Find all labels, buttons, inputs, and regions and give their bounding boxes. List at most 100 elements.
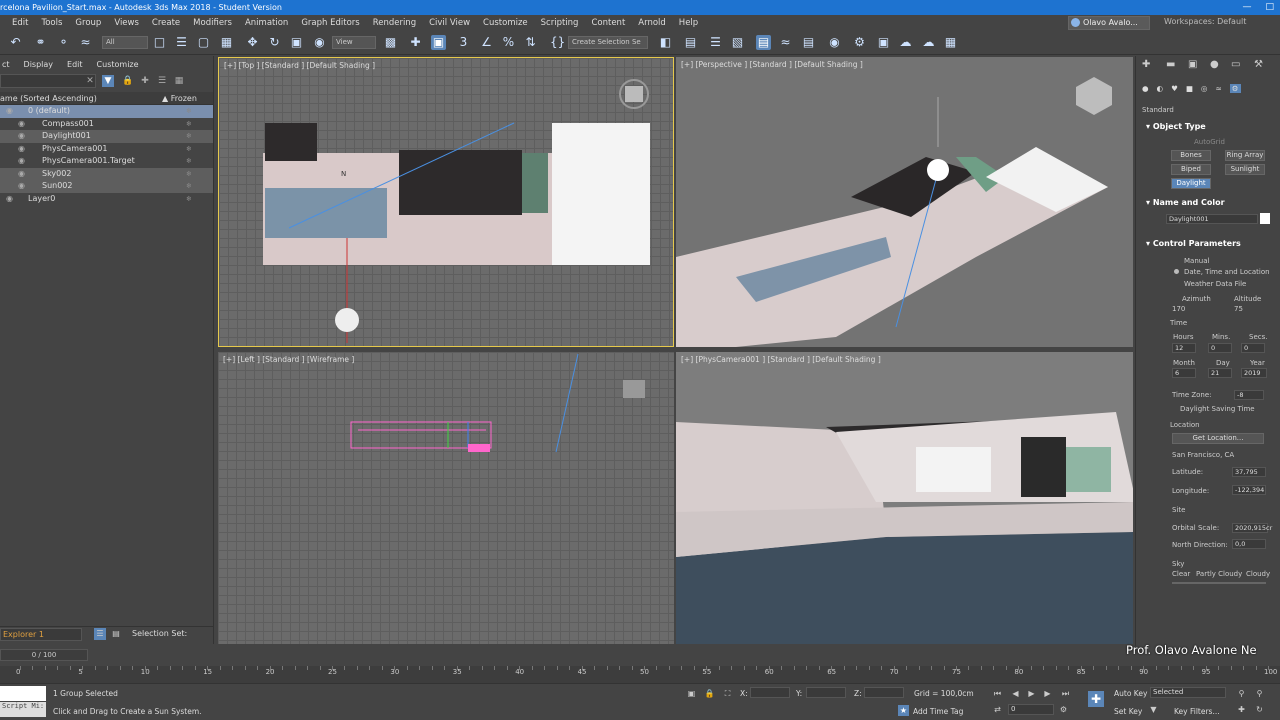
track-bar[interactable]: 0 5 10 15 20 25 30 35 40 45 50 55 60 65 70 75 80 85 90 95 10… (0, 666, 1280, 684)
z-coordinate-field[interactable] (864, 687, 904, 698)
layer-stack-icon[interactable]: ☰ (156, 75, 168, 87)
modify-tab-icon[interactable]: ▬ (1166, 59, 1175, 70)
scene-explorer-row[interactable]: ◉ Layer0 ❄ (0, 193, 213, 206)
manual-radio[interactable]: Manual (1184, 257, 1209, 265)
bind-space-warp-icon[interactable]: ≈ (78, 35, 93, 50)
manipulate-icon[interactable]: ✚ (408, 35, 423, 50)
ring-array-button[interactable]: Ring Array (1225, 150, 1265, 161)
select-by-name-icon[interactable]: ☰ (174, 35, 189, 50)
hierarchy-tab-icon[interactable]: ▣ (1188, 59, 1197, 70)
workspaces-selector[interactable]: Workspaces: Default (1164, 17, 1246, 26)
menu-modifiers[interactable]: Modifiers (193, 18, 232, 28)
orbital-scale-spinner[interactable]: 2020,915cr (1232, 523, 1272, 533)
minimize-icon[interactable]: — (1242, 0, 1251, 15)
date-time-radio-dot[interactable] (1174, 269, 1179, 274)
menu-graph-editors[interactable]: Graph Editors (301, 18, 359, 28)
curve-editor-icon[interactable]: ≈ (778, 35, 793, 50)
current-frame-field[interactable]: 0 (1008, 704, 1054, 715)
viewport-left-label[interactable]: [+] [Left ] [Standard ] [Wireframe ] (223, 355, 354, 364)
scene-explorer-row[interactable]: ◉ 0 (default) ❄ (0, 105, 213, 118)
sunlight-button[interactable]: Sunlight (1225, 164, 1265, 175)
filter-icon[interactable]: ▼ (102, 75, 114, 87)
daylight-saving-checkbox[interactable]: Daylight Saving Time (1180, 405, 1255, 413)
key-filter-icon[interactable]: ▼ (1148, 704, 1159, 715)
time-slider[interactable]: 0 / 100 (0, 646, 1280, 666)
key-selection-dropdown[interactable]: Selected (1150, 687, 1226, 698)
key-filters-button[interactable]: Key Filters... (1174, 707, 1220, 716)
viewport-camera-label[interactable]: [+] [PhysCamera001 ] [Standard ] [Defaul… (681, 355, 881, 364)
spinner-snap-icon[interactable]: ⇅ (523, 35, 538, 50)
set-key-icon[interactable]: ✚ (1088, 691, 1104, 707)
zoom-icon[interactable]: ⚲ (1236, 688, 1247, 699)
isolate-selection-icon[interactable]: ▣ (686, 688, 697, 699)
edit-named-selection-icon[interactable]: {} (550, 35, 565, 50)
time-slider-thumb[interactable]: 0 / 100 (0, 649, 88, 661)
keyboard-shortcut-override-icon[interactable]: ▣ (431, 35, 446, 50)
object-color-swatch[interactable] (1260, 213, 1270, 224)
pivot-icon[interactable]: ▩ (383, 35, 398, 50)
column-frozen-header[interactable]: ▲ Frozen (162, 92, 197, 105)
add-time-tag[interactable]: Add Time Tag (913, 707, 963, 716)
month-spinner[interactable]: 6 (1172, 368, 1196, 378)
day-spinner[interactable]: 21 (1208, 368, 1232, 378)
biped-button[interactable]: Biped (1171, 164, 1211, 175)
weather-data-file-radio[interactable]: Weather Data File (1184, 280, 1246, 288)
visibility-eye-icon[interactable]: ◉ (18, 168, 25, 181)
key-mode-icon[interactable]: ⇄ (992, 704, 1003, 715)
freeze-icon[interactable]: ❄ (186, 118, 192, 131)
previous-frame-icon[interactable]: ◀ (1010, 688, 1021, 699)
systems-icon[interactable]: ⚙ (1229, 84, 1241, 93)
get-location-button[interactable]: Get Location... (1172, 433, 1264, 444)
scene-explorer-row[interactable]: ◉ PhysCamera001.Target ❄ (0, 155, 213, 168)
material-editor-icon[interactable]: ◉ (827, 35, 842, 50)
create-tab-icon[interactable]: ✚ (1142, 59, 1150, 70)
layer-explorer-mode-icon[interactable]: ☰ (94, 628, 106, 640)
mins-spinner[interactable]: 0 (1208, 343, 1232, 353)
cameras-icon[interactable]: ■ (1186, 84, 1193, 93)
rectangular-selection-icon[interactable]: ▢ (196, 35, 211, 50)
motion-tab-icon[interactable]: ● (1210, 59, 1219, 70)
date-time-location-radio[interactable]: Date, Time and Location (1184, 268, 1270, 276)
time-zone-spinner[interactable]: -8 (1234, 390, 1264, 400)
visibility-eye-icon[interactable]: ◉ (6, 193, 13, 206)
se-menu-display[interactable]: Display (24, 60, 54, 69)
scene-explorer-row[interactable]: ◉ Sun002 ❄ (0, 180, 213, 193)
selection-filter-dropdown[interactable]: All (102, 36, 148, 49)
y-coordinate-field[interactable] (806, 687, 846, 698)
menu-group[interactable]: Group (75, 18, 101, 28)
menu-help[interactable]: Help (679, 18, 698, 28)
selection-lock-icon[interactable]: 🔒 (704, 688, 715, 699)
longitude-spinner[interactable]: -122,394 (1232, 485, 1266, 495)
render-in-cloud-icon[interactable]: ☁ (921, 35, 936, 50)
sky-slider[interactable] (1172, 582, 1266, 584)
category-dropdown[interactable]: Standard (1142, 106, 1174, 114)
viewcube-left[interactable] (623, 380, 645, 398)
menu-rendering[interactable]: Rendering (373, 18, 416, 28)
daylight-button[interactable]: Daylight (1171, 178, 1211, 189)
maxscript-mini-listener[interactable]: Script Mi: (0, 702, 46, 717)
menu-customize[interactable]: Customize (483, 18, 528, 28)
layer-explorer-icon[interactable]: ☰ (708, 35, 723, 50)
freeze-icon[interactable]: ❄ (186, 130, 192, 143)
link-icon[interactable]: ⚭ (33, 35, 48, 50)
named-selection-sets-dropdown[interactable]: Create Selection Se (568, 36, 648, 49)
align-icon[interactable]: ▤ (683, 35, 698, 50)
name-color-title[interactable]: ▾ Name and Color (1146, 198, 1225, 207)
a360-gallery-icon[interactable]: ▦ (943, 35, 958, 50)
secs-spinner[interactable]: 0 (1241, 343, 1265, 353)
viewport-top-label[interactable]: [+] [Top ] [Standard ] [Default Shading … (224, 61, 375, 70)
scale-icon[interactable]: ▣ (289, 35, 304, 50)
menu-edit[interactable]: Edit (12, 18, 28, 28)
visibility-eye-icon[interactable]: ◉ (6, 105, 13, 118)
se-menu-edit[interactable]: Edit (67, 60, 83, 69)
visibility-eye-icon[interactable]: ◉ (18, 180, 25, 193)
lock-icon[interactable]: 🔒 (122, 75, 134, 87)
helpers-icon[interactable]: ◎ (1201, 84, 1208, 93)
set-key-button[interactable]: Set Key (1114, 707, 1142, 716)
menu-animation[interactable]: Animation (245, 18, 288, 28)
render-setup-icon[interactable]: ⚙ (852, 35, 867, 50)
se-menu-customize[interactable]: Customize (97, 60, 139, 69)
move-icon[interactable]: ✥ (245, 35, 260, 50)
year-spinner[interactable]: 2019 (1241, 368, 1267, 378)
scene-explorer-row[interactable]: ◉ Sky002 ❄ (0, 167, 213, 181)
